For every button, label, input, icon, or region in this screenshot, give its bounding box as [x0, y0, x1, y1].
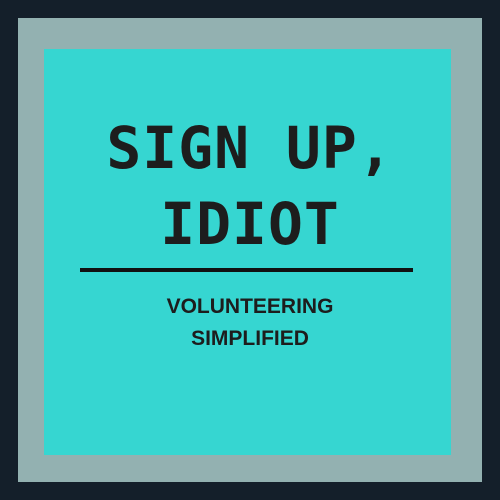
tagline: VOLUNTEERING SIMPLIFIED: [0, 291, 500, 355]
tagline-line-1: VOLUNTEERING: [166, 295, 334, 318]
tagline-line-2: SIMPLIFIED: [191, 327, 309, 350]
logo-title: SIGN UP, IDIOT: [0, 110, 500, 262]
logo-title-line-2: IDIOT: [160, 190, 340, 258]
outer-border: SIGN UP, IDIOT VOLUNTEERING SIMPLIFIED: [0, 0, 500, 500]
logo-title-line-1: SIGN UP,: [106, 114, 394, 182]
divider-rule: [80, 268, 413, 272]
